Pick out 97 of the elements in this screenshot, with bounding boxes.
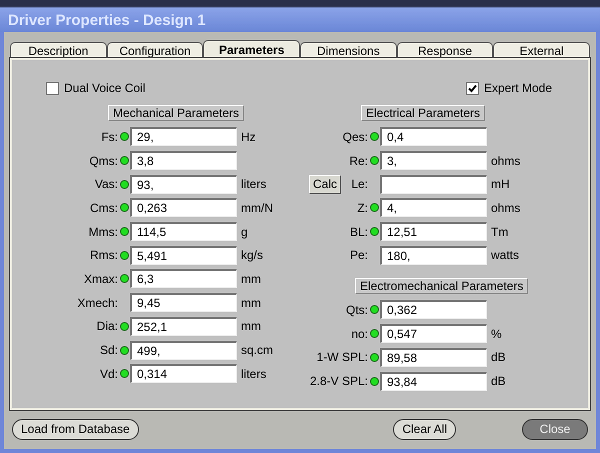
tab[interactable]: Parameters bbox=[203, 40, 300, 58]
status-indicator bbox=[120, 227, 128, 236]
value-field[interactable]: 89,58 bbox=[380, 348, 487, 367]
value-field[interactable] bbox=[380, 174, 487, 194]
value-field[interactable]: 0,362 bbox=[380, 300, 487, 320]
value-field[interactable]: 6,3 bbox=[130, 269, 237, 288]
field-label: Cms: bbox=[90, 200, 118, 217]
unit-label: mH bbox=[491, 176, 510, 194]
tab[interactable]: Configuration bbox=[106, 42, 204, 58]
unit-label: g bbox=[241, 224, 248, 241]
status-indicator bbox=[370, 227, 378, 236]
status-indicator bbox=[120, 250, 128, 260]
dialog-button[interactable]: Load from Database bbox=[12, 418, 139, 440]
status-indicator bbox=[370, 329, 378, 338]
field-label: Qts: bbox=[346, 302, 368, 319]
unit-label: Tm bbox=[491, 224, 508, 241]
field-label: Xmax: bbox=[84, 270, 118, 288]
field-label: Rms: bbox=[90, 247, 118, 264]
field-label: Le: bbox=[351, 176, 368, 194]
field-label: no: bbox=[351, 326, 368, 343]
value-field[interactable]: 0,547 bbox=[380, 324, 487, 344]
field-label: Vas: bbox=[94, 176, 118, 194]
dialog-button[interactable]: Close bbox=[522, 418, 588, 440]
status-indicator bbox=[120, 132, 128, 142]
checkbox[interactable] bbox=[46, 82, 59, 94]
unit-label: kg/s bbox=[241, 247, 264, 264]
unit-label: dB bbox=[491, 373, 506, 390]
section-header: Electrical Parameters bbox=[361, 105, 486, 121]
tab[interactable]: Dimensions bbox=[300, 42, 397, 58]
tab[interactable]: External bbox=[493, 42, 590, 58]
unit-label: mm/N bbox=[241, 200, 273, 217]
unit-label: mm bbox=[241, 318, 261, 336]
tab[interactable]: Description bbox=[10, 42, 107, 58]
status-indicator bbox=[370, 376, 378, 386]
field-label: Fs: bbox=[101, 128, 118, 146]
checkbox[interactable] bbox=[466, 82, 479, 94]
field-label: Xmech: bbox=[77, 294, 118, 312]
unit-label: mm bbox=[241, 294, 261, 312]
value-field[interactable]: 3,8 bbox=[130, 151, 237, 170]
value-field[interactable]: 93,84 bbox=[380, 372, 487, 391]
field-label: Qms: bbox=[89, 152, 118, 170]
field-label: Qes: bbox=[342, 128, 368, 146]
field-label: Z: bbox=[357, 200, 368, 217]
status-indicator bbox=[120, 203, 128, 212]
value-field[interactable]: 499, bbox=[130, 340, 237, 360]
value-field[interactable]: 5,491 bbox=[130, 246, 237, 265]
unit-label: liters bbox=[241, 366, 266, 383]
unit-label: Hz bbox=[241, 128, 256, 146]
value-field[interactable]: 3, bbox=[380, 151, 487, 170]
unit-label: mm bbox=[241, 270, 261, 288]
unit-label: % bbox=[491, 326, 502, 343]
status-indicator bbox=[120, 369, 128, 378]
status-indicator bbox=[120, 274, 128, 284]
field-label: Sd: bbox=[100, 342, 118, 360]
value-field[interactable]: 0,314 bbox=[130, 364, 237, 384]
status-indicator bbox=[120, 322, 128, 331]
value-field[interactable]: 252,1 bbox=[130, 316, 237, 336]
status-indicator bbox=[370, 203, 378, 212]
status-indicator bbox=[120, 156, 128, 166]
value-field[interactable]: 4, bbox=[380, 198, 487, 218]
tab[interactable]: Response bbox=[396, 42, 494, 58]
value-field[interactable]: 114,5 bbox=[130, 222, 237, 242]
field-label: Mms: bbox=[88, 224, 118, 241]
unit-label: ohms bbox=[491, 200, 520, 217]
field-label: Re: bbox=[349, 152, 368, 170]
window-title: Driver Properties - Design 1 bbox=[8, 13, 206, 28]
section-header: Electromechanical Parameters bbox=[355, 278, 528, 294]
status-indicator bbox=[120, 180, 128, 189]
unit-label: liters bbox=[241, 176, 266, 194]
status-indicator bbox=[370, 132, 378, 142]
value-field[interactable]: 9,45 bbox=[130, 293, 237, 312]
status-indicator bbox=[370, 305, 378, 314]
status-indicator bbox=[370, 156, 378, 166]
option-checkbox[interactable]: Dual Voice Coil bbox=[46, 76, 146, 100]
field-label: Pe: bbox=[350, 247, 368, 264]
value-field[interactable]: 0,4 bbox=[380, 127, 487, 146]
unit-label: watts bbox=[491, 247, 520, 264]
value-field[interactable]: 93, bbox=[130, 174, 237, 194]
field-label: 2.8-V SPL: bbox=[310, 373, 368, 390]
option-checkbox[interactable]: Expert Mode bbox=[466, 76, 552, 100]
value-field[interactable]: 0,263 bbox=[130, 198, 237, 218]
unit-label: ohms bbox=[491, 152, 520, 170]
section-header: Mechanical Parameters bbox=[108, 105, 244, 121]
calc-button[interactable]: Calc bbox=[309, 174, 342, 194]
field-label: BL: bbox=[350, 224, 368, 241]
field-label: Vd: bbox=[100, 366, 118, 383]
value-field[interactable]: 12,51 bbox=[380, 222, 487, 242]
field-label: 1-W SPL: bbox=[316, 349, 368, 366]
dialog-button[interactable]: Clear All bbox=[393, 418, 456, 440]
status-indicator bbox=[120, 346, 128, 355]
unit-label: sq.cm bbox=[241, 342, 274, 360]
status-indicator bbox=[370, 352, 378, 362]
value-field[interactable]: 180, bbox=[380, 246, 487, 265]
value-field[interactable]: 29, bbox=[130, 127, 237, 146]
check-icon bbox=[468, 84, 477, 92]
field-label: Dia: bbox=[96, 318, 118, 336]
unit-label: dB bbox=[491, 349, 506, 366]
